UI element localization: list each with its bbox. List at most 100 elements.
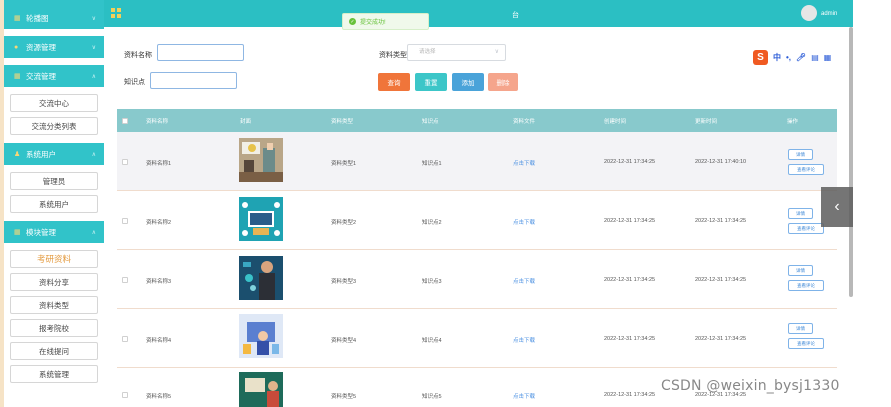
row-checkbox[interactable] <box>122 159 128 165</box>
sidebar-item-material-type[interactable]: 资料类型 <box>10 296 98 314</box>
row-checkbox[interactable] <box>122 392 128 398</box>
vertical-scrollbar[interactable] <box>849 27 853 297</box>
cover-image <box>239 197 283 241</box>
view-comments-button[interactable]: 查看评论 <box>788 223 824 234</box>
chevron-down-icon: ∨ <box>494 49 499 55</box>
check-icon: ✓ <box>349 18 356 25</box>
sidebar-group-label: 系统用户 <box>26 149 56 159</box>
row-kp: 知识点3 <box>422 279 442 285</box>
col-header-actions: 操作 <box>787 119 799 125</box>
right-margin <box>853 0 891 407</box>
user-icon: ♟ <box>14 150 21 158</box>
chevron-up-icon: ∧ <box>91 74 96 80</box>
sidebar-group-modules[interactable]: ▦ 模块管理 ∧ <box>4 221 104 243</box>
sidebar-group-label: 轮播图 <box>26 13 49 23</box>
download-link[interactable]: 点击下载 <box>513 392 535 400</box>
detail-button[interactable]: 详情 <box>788 265 813 276</box>
sidebar-item-system-users[interactable]: 系统用户 <box>10 195 98 213</box>
sidebar-item-online-questions[interactable]: 在线提问 <box>10 342 98 360</box>
system-title: 台 <box>512 12 519 19</box>
view-comments-button[interactable]: 查看评论 <box>788 164 824 175</box>
sidebar-item-exchange-categories[interactable]: 交流分类列表 <box>10 117 98 135</box>
row-updated: 2022-12-31 17:34:25 <box>695 336 747 342</box>
row-checkbox[interactable] <box>122 336 128 342</box>
table-row: 资料名称1 资料类型1 知识点1 点击下载 2022-12-31 17:34:2… <box>117 132 837 191</box>
view-comments-button[interactable]: 查看评论 <box>788 280 824 291</box>
toast-message: 提交成功! <box>360 20 386 26</box>
query-button[interactable]: 查询 <box>378 73 410 91</box>
row-created: 2022-12-31 17:34:25 <box>604 159 656 165</box>
knowledge-point-label: 知识点 <box>124 79 145 86</box>
detail-button[interactable]: 详情 <box>788 208 813 219</box>
detail-button[interactable]: 详情 <box>788 149 813 160</box>
sidebar: ▦ 轮播图 ∨ ● 资源管理 ∨ ▦ 交流管理 ∧ 交流中心 交流分类列表 ♟ … <box>4 0 104 407</box>
row-created: 2022-12-31 17:34:25 <box>604 336 656 342</box>
chevron-down-icon: ∨ <box>91 45 96 51</box>
row-checkbox[interactable] <box>122 218 128 224</box>
avatar[interactable] <box>801 5 817 21</box>
sidebar-group-exchange[interactable]: ▦ 交流管理 ∧ <box>4 65 104 87</box>
detail-button[interactable]: 详情 <box>788 323 813 334</box>
add-button[interactable]: 添加 <box>452 73 484 91</box>
sidebar-item-material-share[interactable]: 资料分享 <box>10 273 98 291</box>
col-header-file: 资料文件 <box>513 119 536 125</box>
sidebar-group-label: 交流管理 <box>26 71 56 81</box>
sidebar-item-exam-materials[interactable]: 考研资料 <box>10 250 98 268</box>
ime-toolbar[interactable]: S 中 •, 🎤︎ ▤ ▦ <box>753 49 831 65</box>
toolbox-icon[interactable]: ▦ <box>824 53 832 62</box>
sidebar-item-admin[interactable]: 管理员 <box>10 172 98 190</box>
sidebar-top-cut <box>4 0 104 7</box>
row-updated: 2022-12-31 17:40:10 <box>695 159 747 165</box>
download-link[interactable]: 点击下载 <box>513 159 535 167</box>
download-link[interactable]: 点击下载 <box>513 336 535 344</box>
microphone-icon[interactable]: 🎤︎ <box>796 53 806 62</box>
col-header-type: 资料类型 <box>331 119 354 125</box>
row-type: 资料类型3 <box>331 279 357 285</box>
row-checkbox[interactable] <box>122 277 128 283</box>
row-type: 资料类型1 <box>331 161 357 167</box>
table-row: 资料名称4 资料类型4 知识点4 点击下载 2022-12-31 17:34:2… <box>117 309 837 368</box>
top-bar: 台 admin <box>104 0 853 27</box>
cover-image <box>239 256 283 300</box>
row-updated: 2022-12-31 17:34:25 <box>695 218 747 224</box>
col-header-created: 创建时间 <box>604 119 627 125</box>
delete-button[interactable]: 删除 <box>488 73 518 91</box>
sidebar-item-exchange-center[interactable]: 交流中心 <box>10 94 98 112</box>
select-all-checkbox[interactable] <box>122 118 128 124</box>
sidebar-group-carousel[interactable]: ▦ 轮播图 ∨ <box>4 7 104 29</box>
ime-punctuation-icon[interactable]: •, <box>786 53 791 62</box>
grid-icon: ▦ <box>14 228 21 236</box>
sidebar-group-users[interactable]: ♟ 系统用户 ∧ <box>4 143 104 165</box>
menu-toggle-icon[interactable] <box>111 8 121 18</box>
col-header-kp: 知识点 <box>422 119 439 125</box>
sogou-logo-icon: S <box>753 49 768 65</box>
download-link[interactable]: 点击下载 <box>513 218 535 226</box>
keyboard-icon[interactable]: ▤ <box>811 53 819 62</box>
grid-icon: ▦ <box>14 72 21 80</box>
sidebar-group-label: 资源管理 <box>26 42 56 52</box>
row-name: 资料名称4 <box>146 338 172 344</box>
grid-icon: ▦ <box>14 14 21 22</box>
col-header-updated: 更新时间 <box>695 119 718 125</box>
material-name-label: 资料名称 <box>124 52 152 59</box>
table-row: 资料名称2 资料类型2 知识点2 点击下载 2022-12-31 17:34:2… <box>117 191 837 250</box>
reset-button[interactable]: 重置 <box>415 73 447 91</box>
row-created: 2022-12-31 17:34:25 <box>604 392 656 398</box>
sidebar-item-schools[interactable]: 报考院校 <box>10 319 98 337</box>
knowledge-point-input[interactable] <box>150 72 237 89</box>
download-link[interactable]: 点击下载 <box>513 277 535 285</box>
sidebar-group-resources[interactable]: ● 资源管理 ∨ <box>4 36 104 58</box>
material-name-input[interactable] <box>157 44 244 61</box>
row-type: 资料类型4 <box>331 338 357 344</box>
view-comments-button[interactable]: 查看评论 <box>788 338 824 349</box>
row-kp: 知识点4 <box>422 338 442 344</box>
watermark: CSDN @weixin_bysj1330 <box>661 378 840 394</box>
sidebar-item-system-manage[interactable]: 系统管理 <box>10 365 98 383</box>
chevron-left-icon[interactable]: ‹ <box>821 187 853 227</box>
cover-image <box>239 138 283 182</box>
table-row: 资料名称3 资料类型3 知识点3 点击下载 2022-12-31 17:34:2… <box>117 250 837 309</box>
ime-mode-label[interactable]: 中 <box>773 52 781 63</box>
material-type-select[interactable]: 请选择 ∨ <box>407 44 506 61</box>
admin-username[interactable]: admin <box>821 11 837 17</box>
row-name: 资料名称2 <box>146 220 172 226</box>
